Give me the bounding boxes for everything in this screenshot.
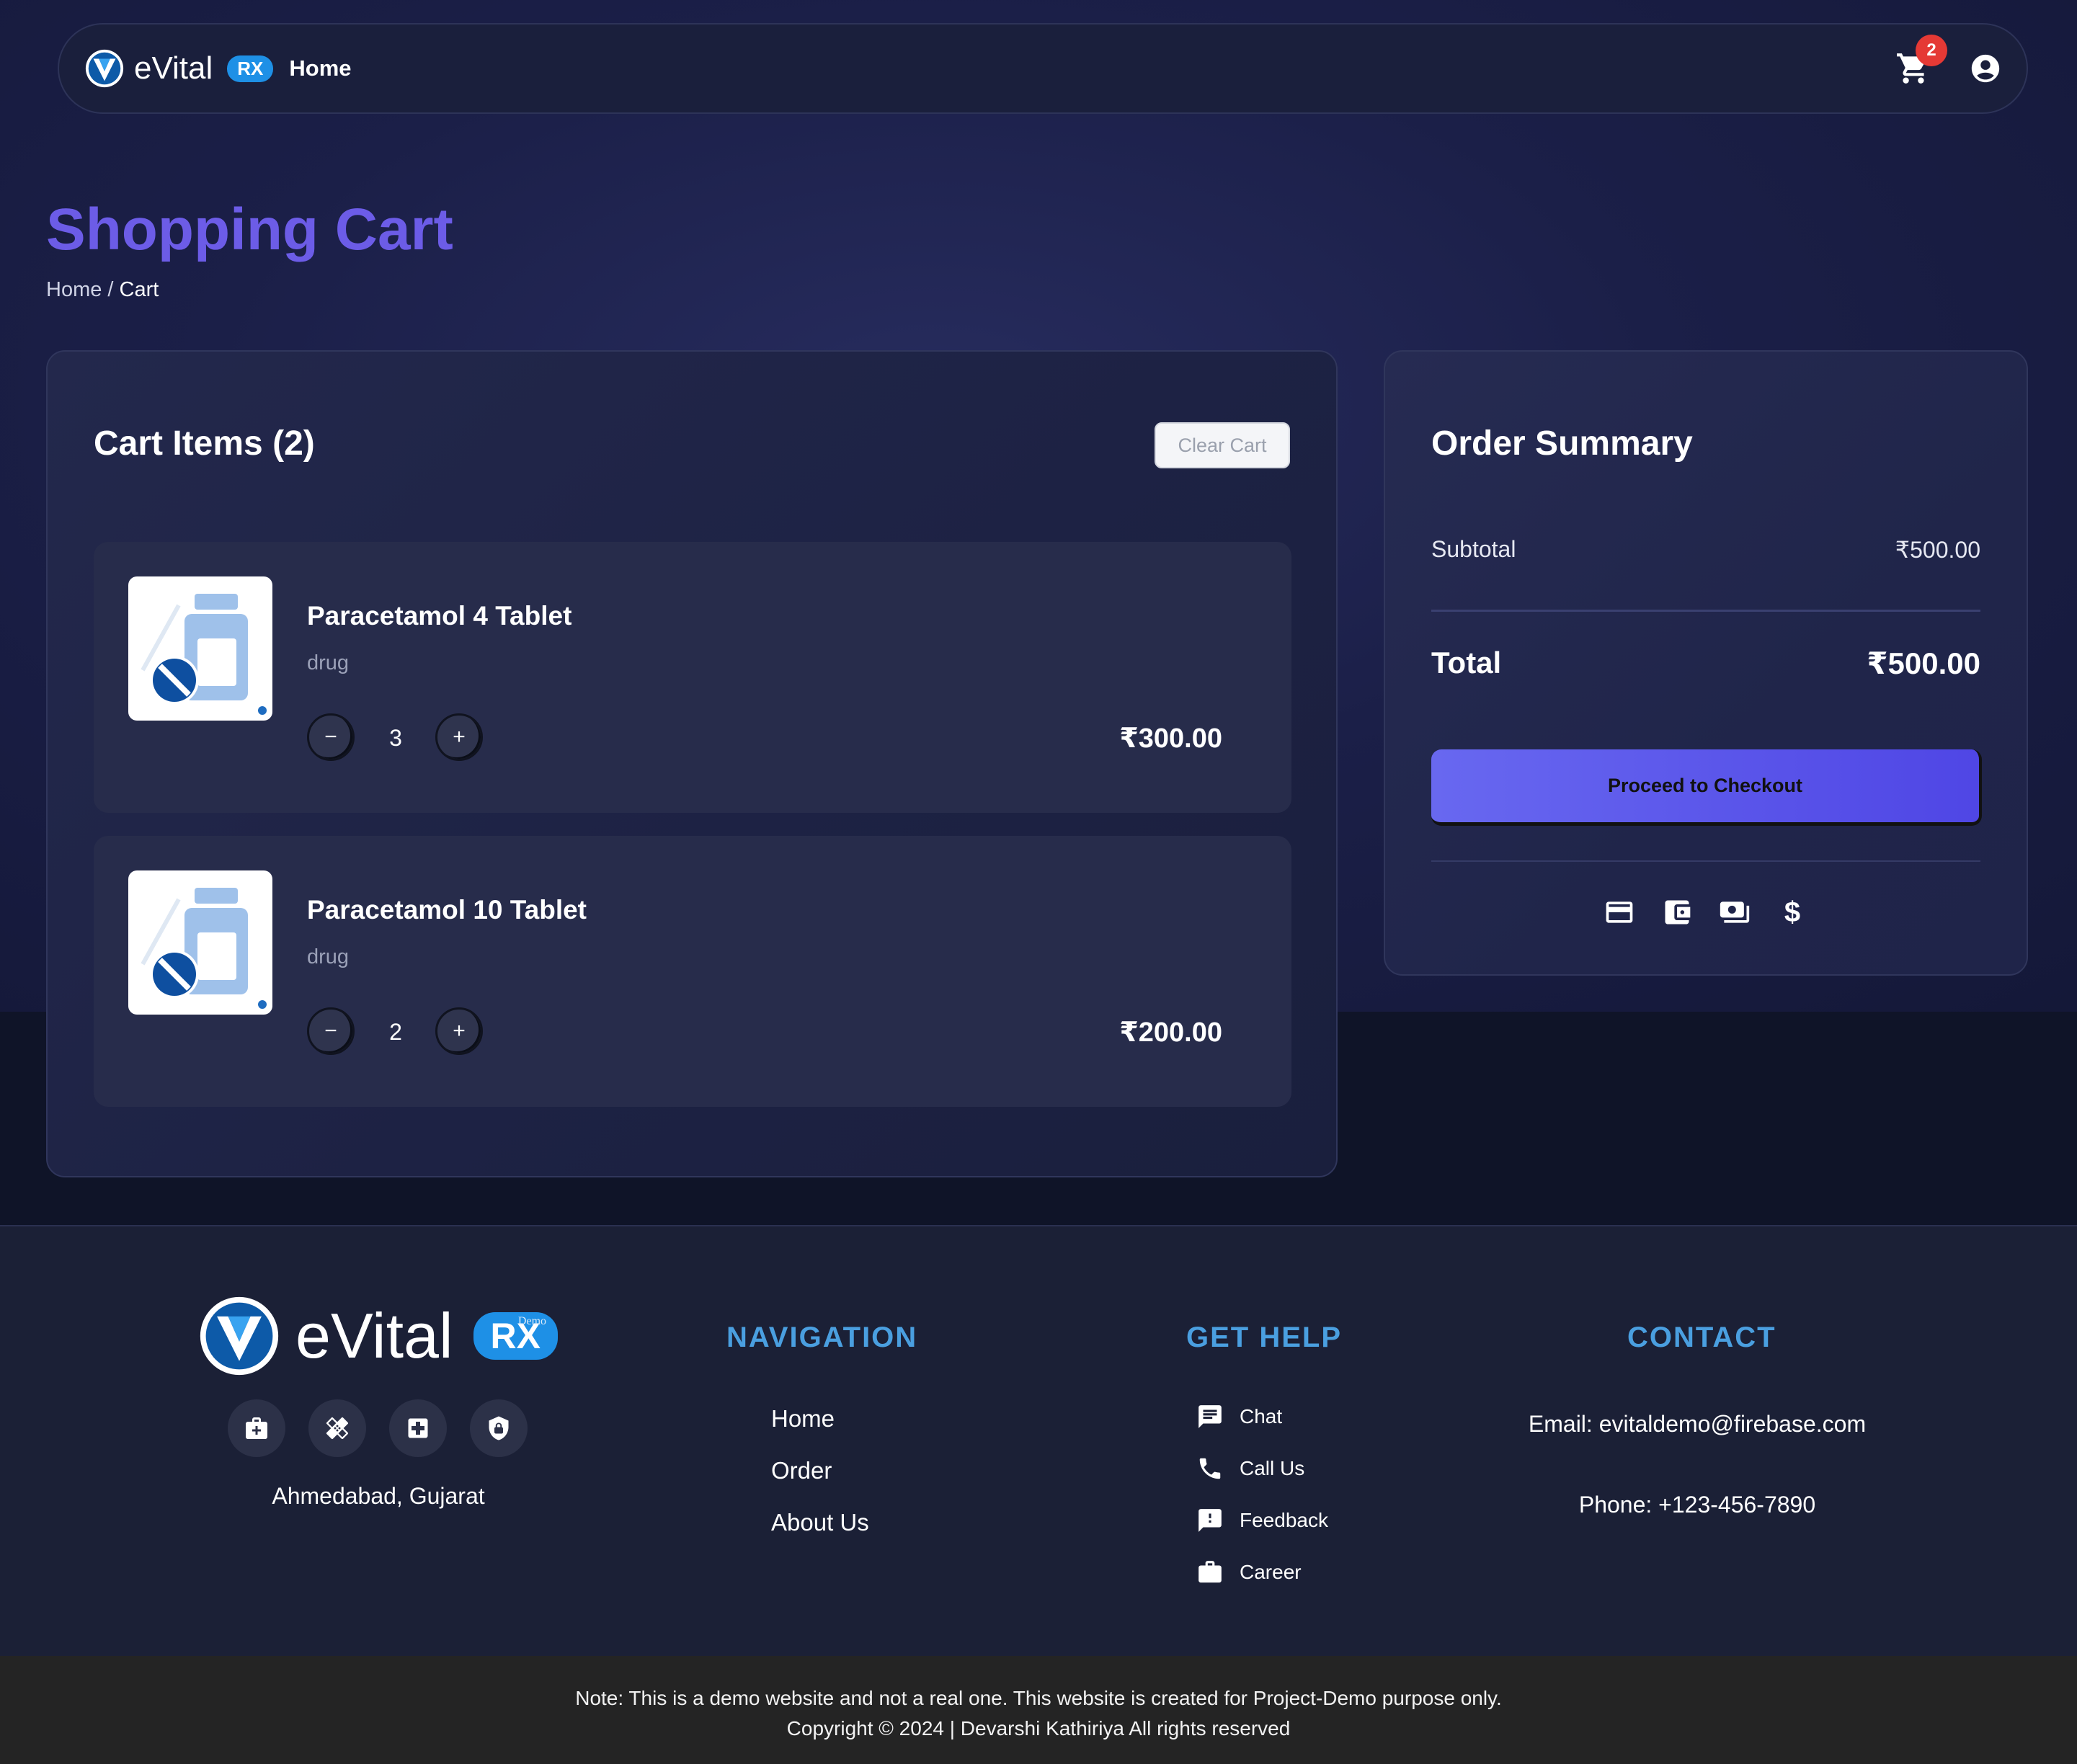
item-price: ₹300.00 (1119, 723, 1222, 754)
quantity-value: 3 (389, 725, 402, 751)
chat-icon (1196, 1403, 1224, 1430)
subtotal-label: Subtotal (1431, 536, 1516, 562)
brand-logo-link[interactable]: eVital RX (84, 48, 274, 89)
footer-link-about-us[interactable]: About Us (771, 1509, 869, 1536)
product-category: drug (307, 651, 350, 674)
brand-rx-badge: RX (227, 55, 274, 82)
product-image (128, 576, 272, 721)
evital-logo-icon (85, 49, 124, 88)
footer-brand: eVital RX Demo (197, 1294, 559, 1378)
subtotal-value: ₹500.00 (1895, 537, 1980, 563)
breadcrumb-home-link[interactable]: Home (46, 278, 102, 301)
footer-contact-phone[interactable]: Phone: +123-456-7890 (1441, 1492, 1953, 1518)
cart-button[interactable]: 2 (1895, 35, 1947, 86)
footer-bottom-bar: Note: This is a demo website and not a r… (0, 1656, 2077, 1764)
cart-item: Paracetamol 10 Tablet drug − 2 + ₹200.00 (94, 836, 1291, 1107)
cart-item: Paracetamol 4 Tablet drug − 3 + ₹300.00 (94, 542, 1291, 813)
total-value: ₹500.00 (1867, 646, 1980, 680)
feedback-icon (1196, 1507, 1224, 1534)
product-image (128, 870, 272, 1015)
footer-contact-email[interactable]: Email: evitaldemo@firebase.com (1441, 1411, 1953, 1438)
nav-home-link[interactable]: Home (289, 55, 351, 81)
help-feedback-label: Feedback (1240, 1509, 1328, 1531)
help-chat-link[interactable]: Chat (1196, 1402, 1328, 1431)
footer-brand-name: eVital (295, 1300, 453, 1371)
help-career-label: Career (1240, 1561, 1302, 1583)
product-name: Paracetamol 10 Tablet (307, 895, 587, 925)
increase-quantity-button[interactable]: + (435, 1007, 483, 1055)
footer-contact-heading: CONTACT (1627, 1322, 1776, 1353)
item-price: ₹200.00 (1119, 1017, 1222, 1048)
help-career-link[interactable]: Career (1196, 1558, 1328, 1587)
phone-icon (1196, 1455, 1224, 1482)
brand-name: eVital (134, 50, 213, 86)
medical-kit-icon[interactable] (228, 1399, 285, 1457)
footer-demo-note: Note: This is a demo website and not a r… (575, 1687, 1502, 1709)
product-name: Paracetamol 4 Tablet (307, 601, 572, 631)
medicine-bottle-icon (141, 594, 267, 715)
footer-link-home[interactable]: Home (771, 1405, 869, 1432)
footer-copyright: Copyright © 2024 | Devarshi Kathiriya Al… (786, 1717, 1291, 1740)
help-call-us-label: Call Us (1240, 1457, 1305, 1479)
top-navbar: eVital RX Home 2 (58, 23, 2028, 114)
footer-rx-badge: RX Demo (473, 1312, 559, 1360)
evital-logo-icon (200, 1296, 279, 1376)
proceed-to-checkout-button[interactable]: Proceed to Checkout (1431, 749, 1982, 826)
footer-help-links: Chat Call Us Feedback Career (1196, 1402, 1328, 1610)
payment-methods: $ (1385, 896, 2027, 928)
shield-icon[interactable] (470, 1399, 528, 1457)
increase-quantity-button[interactable]: + (435, 713, 483, 761)
breadcrumb-separator: / (107, 278, 114, 301)
quantity-value: 2 (389, 1019, 402, 1045)
clear-cart-button[interactable]: Clear Cart (1155, 422, 1290, 468)
briefcase-icon (1196, 1559, 1224, 1586)
help-feedback-link[interactable]: Feedback (1196, 1506, 1328, 1535)
cart-items-title: Cart Items (2) (94, 424, 315, 463)
hospital-icon[interactable] (389, 1399, 447, 1457)
summary-divider (1431, 610, 1980, 612)
footer-social-icons (228, 1399, 528, 1457)
footer-navigation-heading: NAVIGATION (726, 1322, 918, 1353)
account-icon[interactable] (1969, 52, 2002, 85)
decrease-quantity-button[interactable]: − (307, 1007, 355, 1055)
footer-help-heading: GET HELP (1186, 1322, 1343, 1353)
product-category: drug (307, 945, 350, 968)
total-label: Total (1431, 646, 1502, 680)
credit-card-icon (1604, 896, 1635, 928)
help-chat-label: Chat (1240, 1405, 1283, 1427)
subtotal-row: Subtotal ₹500.00 (1431, 536, 1980, 564)
bandage-icon[interactable] (308, 1399, 366, 1457)
page-title: Shopping Cart (46, 197, 453, 262)
cash-icon (1719, 896, 1751, 928)
order-summary-card: Order Summary Subtotal ₹500.00 Total ₹50… (1384, 350, 2028, 976)
breadcrumb-current: Cart (119, 278, 159, 301)
footer-link-order[interactable]: Order (771, 1457, 869, 1484)
total-row: Total ₹500.00 (1431, 646, 1980, 681)
dollar-icon: $ (1784, 896, 1801, 928)
breadcrumb: Home / Cart (46, 278, 159, 302)
footer: eVital RX Demo Ahmedabad, Gujarat NAVIGA… (0, 1225, 2077, 1656)
footer-navigation-links: Home Order About Us (771, 1405, 869, 1561)
summary-divider (1431, 860, 1980, 862)
decrease-quantity-button[interactable]: − (307, 713, 355, 761)
help-call-us-link[interactable]: Call Us (1196, 1454, 1328, 1483)
medicine-bottle-icon (141, 888, 267, 1009)
wallet-icon (1661, 896, 1693, 928)
footer-location: Ahmedabad, Gujarat (272, 1483, 485, 1509)
cart-items-card: Cart Items (2) Clear Cart Paracetamol 4 … (46, 350, 1338, 1177)
order-summary-title: Order Summary (1431, 424, 1693, 463)
footer-rx-demo-note: Demo (517, 1315, 547, 1327)
cart-count-badge: 2 (1916, 35, 1947, 66)
